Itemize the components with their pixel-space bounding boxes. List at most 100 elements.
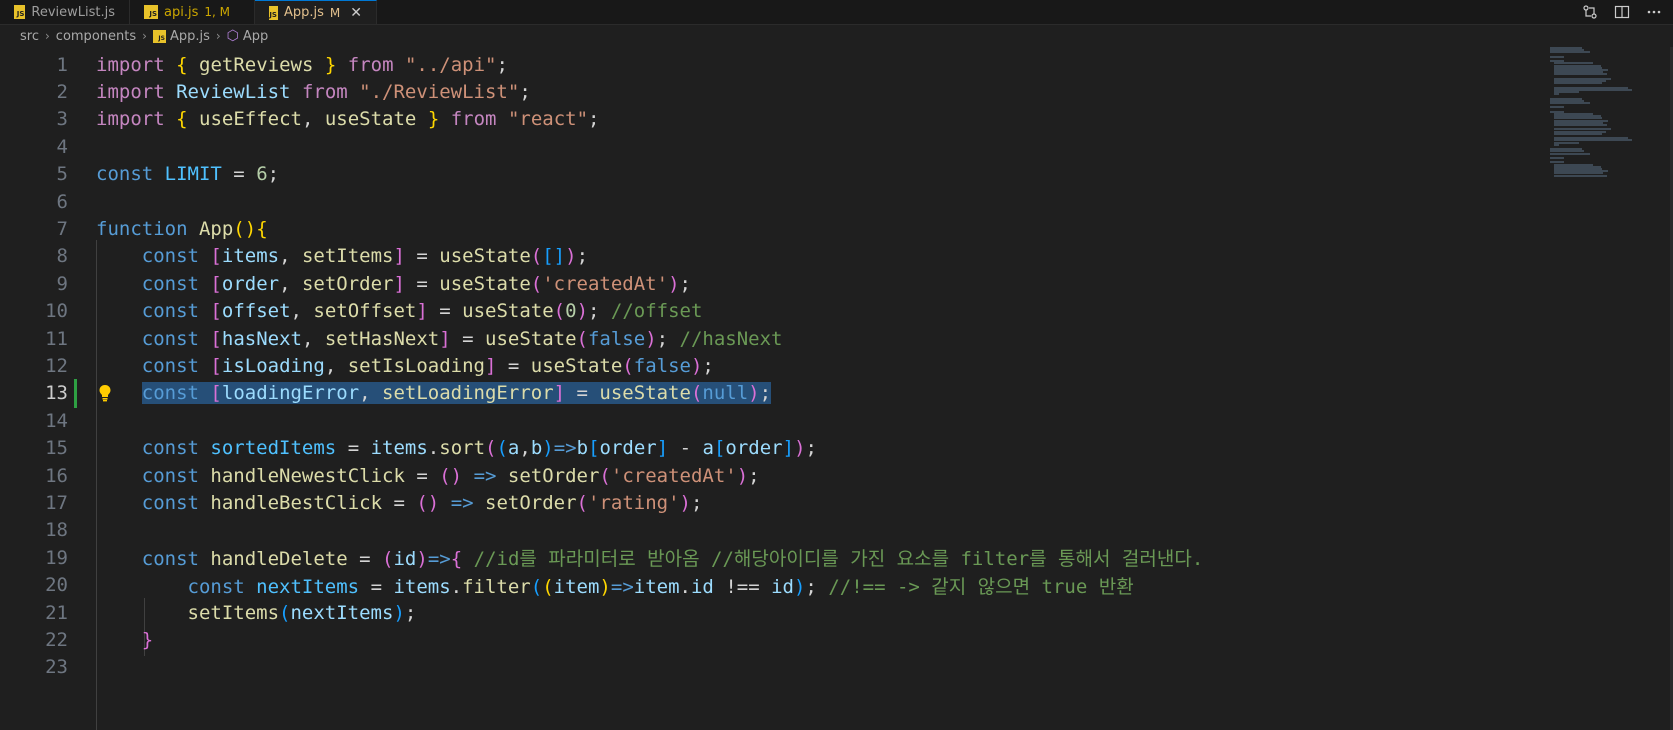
line-number: 6	[56, 190, 68, 213]
minimap-line	[1554, 143, 1559, 146]
tab-status-badge: M	[329, 5, 341, 20]
code-line[interactable]: 3 import { useEffect, useState } from "re…	[0, 105, 1560, 134]
breadcrumb-folder-src[interactable]: src	[20, 29, 39, 44]
code-line[interactable]: 11 const [hasNext, setHasNext] = useStat…	[0, 324, 1560, 353]
javascript-file-icon: JS	[14, 5, 26, 19]
line-number: 15	[45, 437, 68, 460]
code-line[interactable]: 20 const nextItems = items.filter((item)…	[0, 571, 1560, 600]
minimap-line	[1554, 132, 1602, 135]
tab-label: api.js	[164, 4, 199, 20]
code-text: const handleNewestClick = () => setOrder…	[141, 464, 760, 487]
code-line[interactable]: 23	[0, 653, 1560, 682]
minimap-line	[1554, 93, 1559, 96]
code-line[interactable]: 19 const handleDelete = (id)=>{ //id를 파라…	[0, 543, 1560, 572]
tab-app[interactable]: JS App.js M ✕	[255, 0, 377, 24]
line-number: 19	[45, 546, 68, 569]
minimap-line	[1550, 55, 1565, 58]
code-line[interactable]: 13 const [loadingError, setLoadingError]…	[0, 378, 1560, 408]
code-text: import { useEffect, useState } from "rea…	[96, 108, 600, 131]
javascript-file-icon: JS	[269, 5, 278, 20]
code-text: const handleDelete = (id)=>{ //id를 파라미터로…	[141, 548, 1204, 571]
code-line[interactable]: 1 import { getReviews } from "../api";	[0, 50, 1560, 79]
line-number: 21	[45, 601, 68, 624]
code-line[interactable]: 22 }	[0, 625, 1560, 654]
line-number: 11	[45, 327, 68, 350]
minimap-line	[1550, 102, 1590, 104]
editor-actions	[1581, 0, 1663, 24]
code-text: const [loadingError, setLoadingError] = …	[96, 382, 772, 405]
code-text: }	[141, 628, 154, 651]
code-line[interactable]: 6	[0, 187, 1560, 216]
minimap-line	[1550, 51, 1590, 54]
line-number: 10	[45, 300, 68, 323]
code-line[interactable]: 12 const [isLoading, setIsLoading] = use…	[0, 351, 1560, 380]
minimap-line	[1550, 106, 1565, 109]
line-number: 1	[56, 53, 68, 76]
editor-tab-bar: JS ReviewList.js JS api.js 1, M JS App.j…	[0, 0, 1673, 25]
line-number: 13	[45, 382, 68, 405]
split-editor-icon[interactable]	[1613, 3, 1631, 21]
text-selection: const [loadingError, setLoadingError] = …	[141, 382, 772, 405]
chevron-right-icon: ›	[215, 29, 221, 43]
more-actions-icon[interactable]	[1645, 3, 1663, 21]
code-line[interactable]: 21 setItems(nextItems);	[0, 598, 1560, 627]
open-changes-icon[interactable]	[1581, 3, 1599, 21]
chevron-right-icon: ›	[44, 29, 50, 43]
code-line[interactable]: 16 const handleNewestClick = () => setOr…	[0, 461, 1560, 490]
minimap-line	[1554, 73, 1608, 76]
code-line[interactable]: 2 import ReviewList from "./ReviewList";	[0, 77, 1560, 106]
code-line[interactable]: 17 const handleBestClick = () => setOrde…	[0, 488, 1560, 517]
close-icon[interactable]: ✕	[350, 5, 362, 21]
code-text: const [order, setOrder] = useState('crea…	[141, 272, 691, 295]
line-number: 7	[56, 217, 68, 240]
line-number: 17	[45, 491, 68, 514]
minimap-line	[1550, 157, 1565, 159]
code-text: function App(){	[96, 217, 268, 240]
breadcrumb-symbol[interactable]: App	[243, 29, 268, 44]
code-text: const [isLoading, setIsLoading] = useSta…	[141, 354, 714, 377]
code-text: const [hasNext, setHasNext] = useState(f…	[141, 327, 783, 350]
code-line[interactable]: 4	[0, 132, 1560, 161]
code-text: const [items, setItems] = useState([]);	[141, 245, 589, 268]
minimap-line	[1554, 124, 1608, 126]
minimap[interactable]	[1548, 47, 1663, 187]
line-number: 2	[56, 80, 68, 103]
line-number: 4	[56, 135, 68, 158]
code-line[interactable]: 18	[0, 516, 1560, 545]
code-text: const handleBestClick = () => setOrder('…	[141, 491, 703, 514]
code-text: setItems(nextItems);	[187, 601, 417, 624]
symbol-method-icon: ⬡	[226, 28, 239, 44]
code-line[interactable]: 7 function App(){	[0, 214, 1560, 243]
minimap-line	[1550, 152, 1590, 155]
code-text: const sortedItems = items.sort((a,b)=>b[…	[141, 437, 817, 460]
code-line[interactable]: 10 const [offset, setOffset] = useState(…	[0, 297, 1560, 326]
line-number: 20	[45, 574, 68, 597]
code-editor[interactable]: 1 import { getReviews } from "../api"; 2 im…	[0, 51, 1560, 730]
code-line[interactable]: 15 const sortedItems = items.sort((a,b)=…	[0, 434, 1560, 463]
line-number: 18	[45, 519, 68, 542]
line-number: 5	[56, 163, 68, 186]
line-number: 3	[56, 108, 68, 131]
code-line[interactable]: 5 const LIMIT = 6;	[0, 160, 1560, 189]
code-line[interactable]: 14	[0, 406, 1560, 435]
tab-label: ReviewList.js	[31, 4, 115, 20]
lightbulb-icon[interactable]	[98, 384, 112, 407]
code-line[interactable]: 8 const [items, setItems] = useState([])…	[0, 242, 1560, 271]
line-number: 12	[45, 354, 68, 377]
breadcrumb-folder-components[interactable]: components	[56, 29, 136, 44]
tab-api[interactable]: JS api.js 1, M	[130, 0, 255, 24]
tab-label: App.js	[283, 5, 324, 20]
breadcrumb-file[interactable]: App.js	[170, 29, 210, 44]
javascript-file-icon: JS	[144, 5, 158, 19]
line-number: 16	[45, 464, 68, 487]
code-line[interactable]: 9 const [order, setOrder] = useState('cr…	[0, 269, 1560, 298]
minimap-line	[1554, 82, 1602, 85]
chevron-right-icon: ›	[142, 29, 147, 43]
code-text: const [offset, setOffset] = useState(0);…	[141, 300, 703, 323]
line-number: 9	[56, 272, 68, 295]
javascript-file-icon: JS	[152, 29, 166, 43]
code-text: const nextItems = items.filter((item)=>i…	[187, 575, 1134, 598]
code-text: import ReviewList from "./ReviewList";	[96, 80, 531, 103]
line-number: 23	[45, 656, 68, 679]
tab-reviewlist[interactable]: JS ReviewList.js	[0, 0, 130, 24]
